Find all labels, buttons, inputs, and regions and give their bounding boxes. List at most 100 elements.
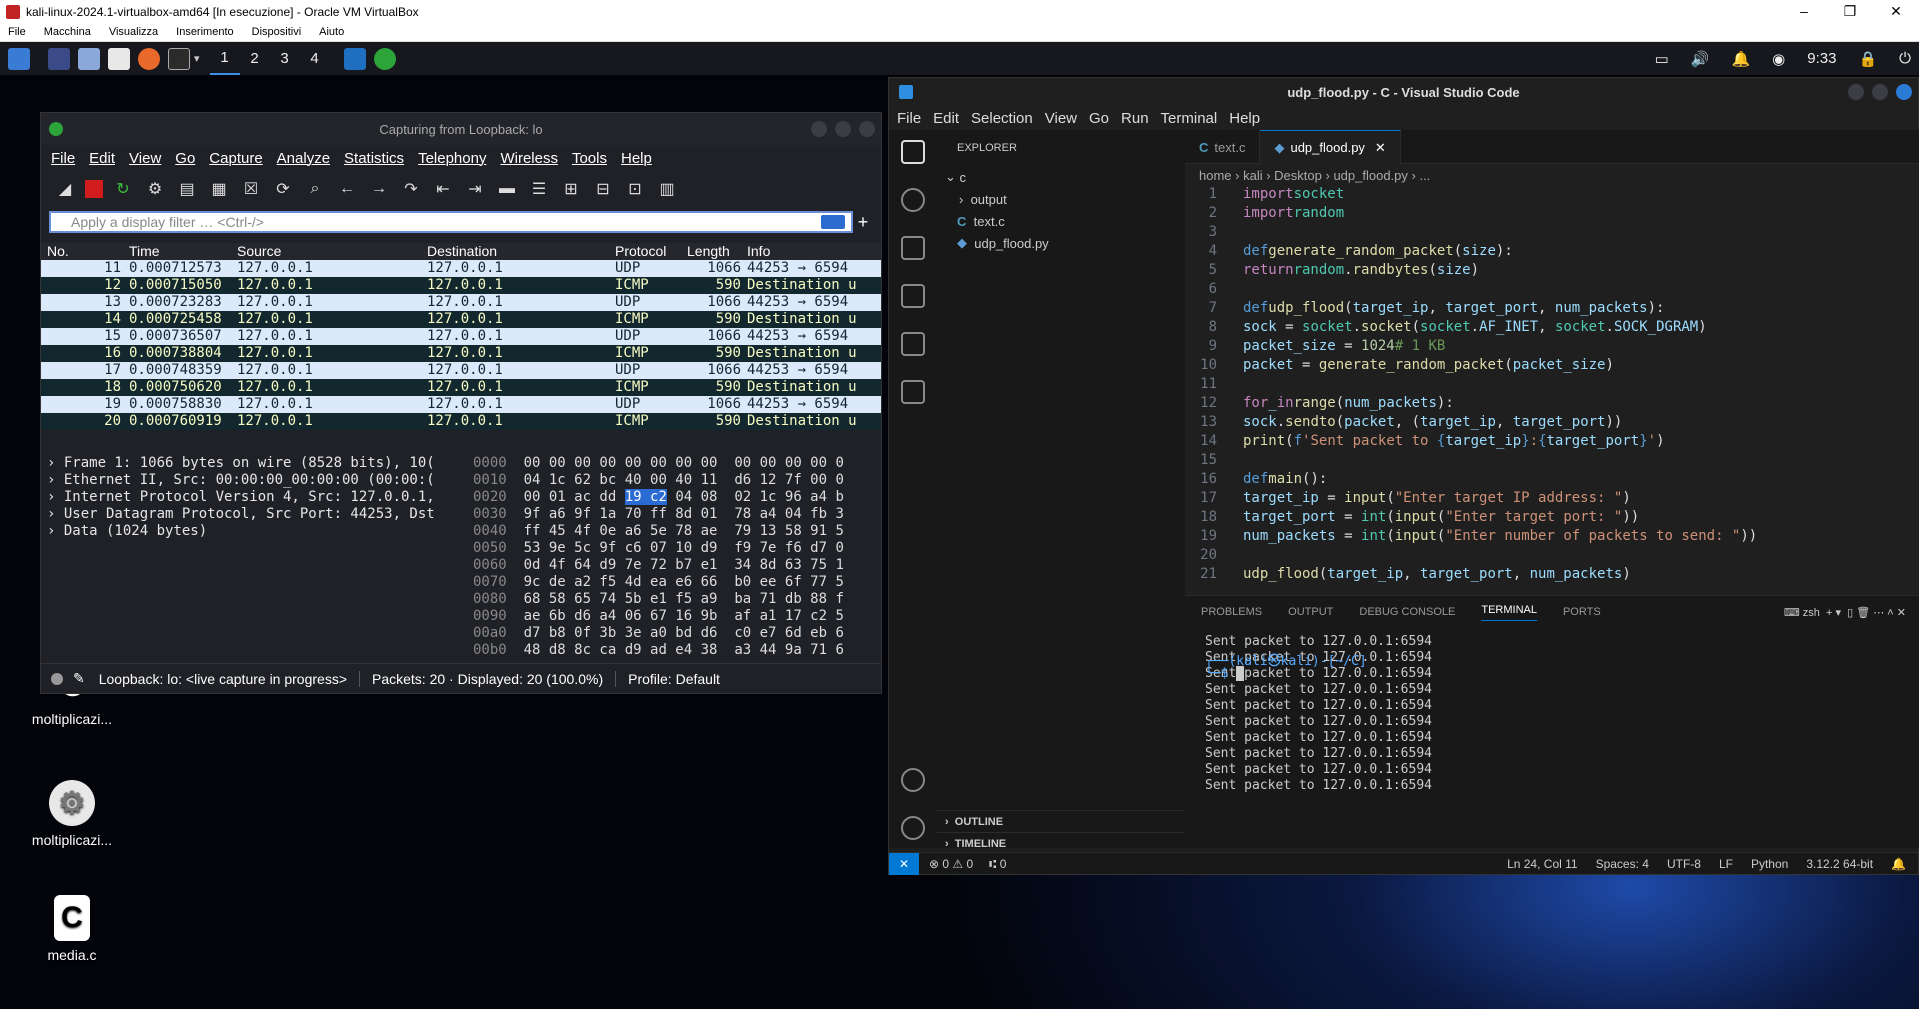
capture-comment-icon[interactable]: ✎	[73, 670, 85, 687]
folder-output[interactable]: › output	[937, 188, 1185, 210]
hex-row[interactable]: 0000 00 00 00 00 00 00 00 00 00 00 00 00…	[473, 455, 877, 472]
folder-c[interactable]: ⌄ c	[937, 166, 1185, 188]
account-icon[interactable]	[901, 768, 925, 792]
packet-row[interactable]: 19 0.000758830 127.0.0.1 127.0.0.1 UDP 1066 44…	[41, 396, 881, 413]
timeline-section[interactable]: › TIMELINE	[937, 832, 1185, 854]
file-udp-flood-py[interactable]: ◆ udp_flood.py	[937, 232, 1185, 254]
tab-problems[interactable]: PROBLEMS	[1201, 606, 1262, 618]
col-protocol[interactable]: Protocol	[615, 243, 687, 260]
last-packet-icon[interactable]: ⇥	[463, 177, 487, 201]
file-manager-icon[interactable]	[78, 47, 100, 70]
ws-menu-statistics[interactable]: Statistics	[344, 150, 404, 167]
problems-status[interactable]: ⊗ 0 ⚠ 0	[929, 857, 973, 871]
interpreter-status[interactable]: 3.12.2 64-bit	[1806, 857, 1873, 871]
cursor-position[interactable]: Ln 24, Col 11	[1507, 857, 1578, 871]
ws-menu-wireless[interactable]: Wireless	[500, 150, 558, 167]
terminal-icon[interactable]	[168, 47, 190, 70]
maximize-button[interactable]: ❐	[1827, 3, 1873, 20]
remote-icon[interactable]: ✕	[889, 852, 919, 875]
lock-icon[interactable]: 🔒	[1858, 50, 1877, 68]
maximize-button[interactable]	[1872, 84, 1888, 100]
vbox-menu-view[interactable]: Visualizza	[109, 26, 158, 38]
hex-row[interactable]: 0050 53 9e 5c 9f c6 07 10 d9 f9 7e f6 d7…	[473, 540, 877, 557]
vbox-menu-input[interactable]: Inserimento	[176, 26, 233, 38]
detail-udp[interactable]: › User Datagram Protocol, Src Port: 4425…	[47, 506, 465, 523]
maximize-button[interactable]	[835, 121, 851, 137]
detail-ip[interactable]: › Internet Protocol Version 4, Src: 127.…	[47, 489, 465, 506]
zoom-in-icon[interactable]: ⊞	[559, 177, 583, 201]
tab-terminal[interactable]: TERMINAL	[1481, 604, 1537, 621]
shark-fin-icon[interactable]: ◢	[53, 177, 77, 201]
firefox-icon[interactable]	[138, 47, 160, 70]
packet-row[interactable]: 15 0.000736507 127.0.0.1 127.0.0.1 UDP 1066 44…	[41, 328, 881, 345]
hex-row[interactable]: 0020 00 01 ac dd 19 c2 04 08 02 1c 96 a4…	[473, 489, 877, 506]
packet-row[interactable]: 16 0.000738804 127.0.0.1 127.0.0.1 ICMP 590 De…	[41, 345, 881, 362]
language-status[interactable]: Python	[1751, 857, 1788, 871]
col-no[interactable]: No.	[41, 243, 125, 260]
terminal-shell[interactable]: ⌨ zsh + ▾ ▯ 🗑 ⋯ ˄ ✕	[1784, 606, 1906, 619]
add-filter-button[interactable]: +	[853, 212, 873, 233]
packet-row[interactable]: 17 0.000748359 127.0.0.1 127.0.0.1 UDP 1066 44…	[41, 362, 881, 379]
minimize-button[interactable]	[1848, 84, 1864, 100]
resize-columns-icon[interactable]: ▥	[655, 177, 679, 201]
workspace-3[interactable]: 3	[270, 42, 300, 75]
packet-row[interactable]: 13 0.000723283 127.0.0.1 127.0.0.1 UDP 1066 44…	[41, 294, 881, 311]
code-editor[interactable]: 1 import socket 2 import random 3 4 def gen…	[1185, 186, 1919, 585]
ws-menu-telephony[interactable]: Telephony	[418, 150, 486, 167]
open-file-icon[interactable]: ▤	[175, 177, 199, 201]
ws-menu-edit[interactable]: Edit	[89, 150, 115, 167]
tab-text-c[interactable]: Ctext.c	[1185, 130, 1261, 164]
wireshark-taskbar-icon[interactable]	[373, 47, 396, 70]
vs-menu-run[interactable]: Run	[1121, 110, 1149, 127]
vs-menu-edit[interactable]: Edit	[933, 110, 959, 127]
close-button[interactable]: ✕	[1873, 3, 1919, 20]
col-destination[interactable]: Destination	[427, 243, 615, 260]
stop-capture-icon[interactable]	[85, 180, 103, 198]
vs-menu-selection[interactable]: Selection	[971, 110, 1033, 127]
hex-row[interactable]: 0090 ae 6b d6 a4 06 67 16 9b af a1 17 c2…	[473, 608, 877, 625]
show-desktop-icon[interactable]	[48, 47, 70, 70]
vbox-menu-machine[interactable]: Macchina	[44, 26, 91, 38]
apply-filter-icon[interactable]	[821, 215, 845, 229]
detail-data[interactable]: › Data (1024 bytes)	[47, 523, 465, 540]
ws-menu-capture[interactable]: Capture	[209, 150, 262, 167]
find-packet-icon[interactable]: ⌕	[303, 177, 327, 201]
notification-icon[interactable]: 🔔	[1731, 50, 1750, 68]
workspace-1[interactable]: 1	[209, 42, 240, 75]
workspace-4[interactable]: 4	[300, 42, 330, 75]
ports-status[interactable]: ⑆ 0	[989, 857, 1006, 871]
hex-row[interactable]: 0010 04 1c 62 bc 40 00 40 11 d6 12 7f 00…	[473, 472, 877, 489]
packet-row[interactable]: 12 0.000715050 127.0.0.1 127.0.0.1 ICMP 590 De…	[41, 277, 881, 294]
ws-menu-view[interactable]: View	[129, 150, 161, 167]
vs-menu-view[interactable]: View	[1045, 110, 1077, 127]
hex-row[interactable]: 0030 9f a6 9f 1a 70 ff 8d 01 78 a4 04 fb…	[473, 506, 877, 523]
run-debug-icon[interactable]	[901, 284, 925, 308]
settings-gear-icon[interactable]	[901, 816, 925, 840]
display-icon[interactable]: ▭	[1655, 50, 1669, 68]
vs-menu-go[interactable]: Go	[1089, 110, 1109, 127]
close-button[interactable]	[859, 121, 875, 137]
save-file-icon[interactable]: ▦	[207, 177, 231, 201]
close-tab-icon[interactable]: ✕	[1375, 140, 1386, 156]
col-length[interactable]: Length	[687, 243, 741, 260]
vbox-menu-devices[interactable]: Dispositivi	[252, 26, 302, 38]
terminal-output[interactable]: Sent packet to 127.0.0.1:6594 Sent packet…	[1185, 628, 1919, 793]
indentation-status[interactable]: Spaces: 4	[1596, 857, 1649, 871]
clock[interactable]: 9:33	[1807, 50, 1836, 67]
display-filter-input[interactable]: Apply a display filter … <Ctrl-/>	[49, 211, 853, 233]
detail-ethernet[interactable]: › Ethernet II, Src: 00:00:00_00:00:00 (0…	[47, 472, 465, 489]
ws-menu-tools[interactable]: Tools	[572, 150, 607, 167]
hex-row[interactable]: 00a0 d7 b8 0f 3b 3e a0 bd d6 c0 e7 6d eb…	[473, 625, 877, 642]
power-icon[interactable]: ◉	[1772, 50, 1785, 68]
vscode-taskbar-icon[interactable]	[343, 47, 366, 70]
packet-row[interactable]: 20 0.000760919 127.0.0.1 127.0.0.1 ICMP 590 De…	[41, 413, 881, 430]
hex-row[interactable]: 0040 ff 45 4f 0e a6 5e 78 ae 79 13 58 91…	[473, 523, 877, 540]
detail-frame[interactable]: › Frame 1: 1066 bytes on wire (8528 bits…	[47, 455, 465, 472]
extensions-icon[interactable]	[901, 332, 925, 356]
packet-row[interactable]: 18 0.000750620 127.0.0.1 127.0.0.1 ICMP 590 De…	[41, 379, 881, 396]
kali-menu-icon[interactable]	[8, 47, 30, 70]
vbox-menu-help[interactable]: Aiuto	[319, 26, 344, 38]
tab-ports[interactable]: PORTS	[1563, 606, 1601, 618]
vs-menu-terminal[interactable]: Terminal	[1161, 110, 1218, 127]
desktop-icon-moltiplicazione-2[interactable]: ⚙ moltiplicazi...	[12, 780, 132, 848]
